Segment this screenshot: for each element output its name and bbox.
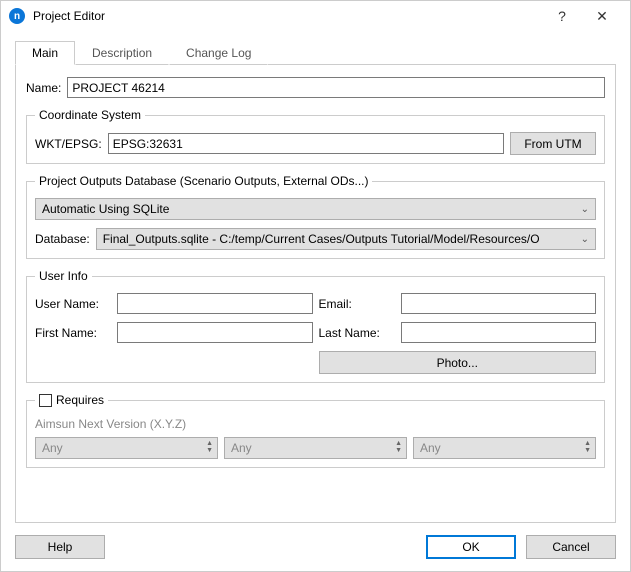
requires-checkbox[interactable] bbox=[39, 394, 52, 407]
spinner-arrows-icon: ▲▼ bbox=[395, 440, 402, 454]
cancel-button[interactable]: Cancel bbox=[526, 535, 616, 559]
spinner-arrows-icon: ▲▼ bbox=[584, 440, 591, 454]
outputs-mode-select[interactable]: Automatic Using SQLite ⌄ bbox=[35, 198, 596, 220]
chevron-down-icon: ⌄ bbox=[581, 204, 589, 215]
tab-changelog[interactable]: Change Log bbox=[169, 41, 268, 65]
database-label: Database: bbox=[35, 232, 90, 246]
chevron-down-icon: ⌄ bbox=[581, 234, 589, 245]
username-input[interactable] bbox=[117, 293, 313, 314]
lastname-input[interactable] bbox=[401, 322, 597, 343]
userinfo-legend: User Info bbox=[35, 269, 92, 283]
firstname-input[interactable] bbox=[117, 322, 313, 343]
name-label: Name: bbox=[26, 81, 61, 95]
help-button[interactable]: Help bbox=[15, 535, 105, 559]
window-title: Project Editor bbox=[33, 9, 542, 23]
database-select[interactable]: Final_Outputs.sqlite - C:/temp/Current C… bbox=[96, 228, 596, 250]
version-z-spinner[interactable]: Any ▲▼ bbox=[413, 437, 596, 459]
tab-main[interactable]: Main bbox=[15, 41, 75, 65]
version-label: Aimsun Next Version (X.Y.Z) bbox=[35, 417, 596, 431]
database-value: Final_Outputs.sqlite - C:/temp/Current C… bbox=[103, 232, 540, 246]
firstname-label: First Name: bbox=[35, 326, 111, 340]
help-button[interactable]: ? bbox=[542, 2, 582, 30]
tab-description[interactable]: Description bbox=[75, 41, 169, 65]
wkt-input[interactable] bbox=[108, 133, 504, 154]
email-input[interactable] bbox=[401, 293, 597, 314]
name-input[interactable] bbox=[67, 77, 605, 98]
app-icon: n bbox=[9, 8, 25, 24]
version-x-spinner[interactable]: Any ▲▼ bbox=[35, 437, 218, 459]
requires-legend: Requires bbox=[35, 393, 108, 407]
spinner-arrows-icon: ▲▼ bbox=[206, 440, 213, 454]
email-label: Email: bbox=[319, 297, 395, 311]
ok-button[interactable]: OK bbox=[426, 535, 516, 559]
outputs-legend: Project Outputs Database (Scenario Outpu… bbox=[35, 174, 372, 188]
from-utm-button[interactable]: From UTM bbox=[510, 132, 596, 155]
coord-legend: Coordinate System bbox=[35, 108, 145, 122]
version-y-spinner[interactable]: Any ▲▼ bbox=[224, 437, 407, 459]
outputs-mode-value: Automatic Using SQLite bbox=[42, 202, 169, 216]
photo-button[interactable]: Photo... bbox=[319, 351, 597, 374]
wkt-label: WKT/EPSG: bbox=[35, 137, 102, 151]
username-label: User Name: bbox=[35, 297, 111, 311]
lastname-label: Last Name: bbox=[319, 326, 395, 340]
close-button[interactable]: ✕ bbox=[582, 2, 622, 30]
